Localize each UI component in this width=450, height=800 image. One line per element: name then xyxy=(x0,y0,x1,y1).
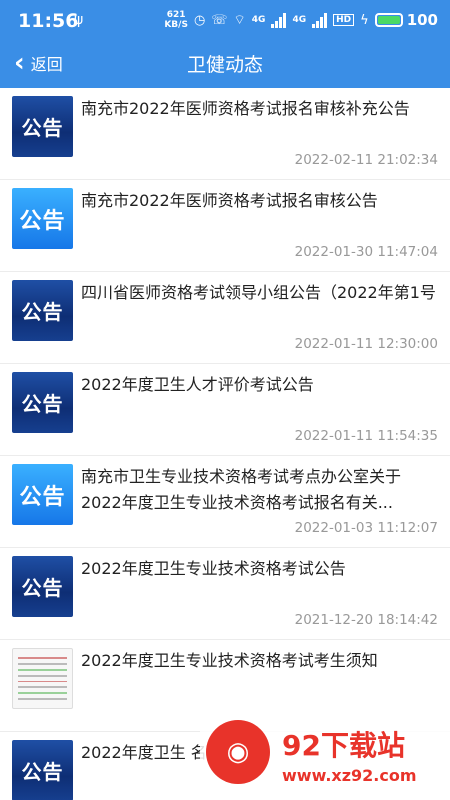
announcement-thumbnail: 公告 xyxy=(12,556,73,617)
thumbnail-text: 公告 xyxy=(19,483,66,510)
item-date: 2021-12-20 18:14:42 xyxy=(294,612,438,628)
document-line xyxy=(18,698,67,700)
item-date: 2022-01-11 11:54:35 xyxy=(294,428,438,444)
document-line xyxy=(18,692,67,695)
item-title: 南充市2022年医师资格考试报名审核公告 xyxy=(81,191,378,210)
announcement-thumbnail: 公告 xyxy=(12,740,73,800)
signal-icon-1 xyxy=(271,12,287,28)
battery-indicator: 100 xyxy=(374,11,438,29)
news-list[interactable]: 公告 南充市2022年医师资格考试报名审核补充公告 2022-02-11 21:02… xyxy=(0,88,450,800)
document-line xyxy=(18,668,67,671)
charging-icon: ϟ xyxy=(360,12,369,28)
item-date: 2022-01-11 12:30:00 xyxy=(294,336,438,352)
document-line xyxy=(18,662,67,665)
hd-badge: HD xyxy=(333,14,355,26)
announcement-thumbnail: 公告 xyxy=(12,96,73,157)
item-date: 2022-01-03 11:12:07 xyxy=(294,520,438,536)
thumbnail-text: 公告 xyxy=(21,116,64,140)
document-line xyxy=(18,680,67,683)
document-line xyxy=(18,657,67,659)
list-item[interactable]: 公告 2022年度卫生专业技术资格考试公告 2021-12-20 18:14:42 xyxy=(0,548,450,640)
announcement-thumbnail: 公告 xyxy=(12,464,73,525)
item-title: 四川省医师资格考试领导小组公告（2022年第1号 xyxy=(81,283,436,302)
item-title: 南充市2022年医师资格考试报名审核补充公告 xyxy=(81,99,410,118)
network-label-1: 4G xyxy=(251,15,266,25)
announcement-thumbnail: 公告 xyxy=(12,372,73,433)
network-label-2: 4G xyxy=(292,15,307,25)
watermark-name: 92下载站 xyxy=(282,729,405,762)
document-line xyxy=(18,674,67,677)
thumbnail-text: 公告 xyxy=(21,760,64,784)
item-title: 2022年度卫生人才评价考试公告 xyxy=(81,375,314,394)
battery-fill xyxy=(377,16,400,24)
status-time: 11:56 xyxy=(18,10,79,32)
announcement-thumbnail: 公告 xyxy=(12,188,73,249)
battery-icon xyxy=(374,13,403,27)
thumbnail-text: 公告 xyxy=(21,300,64,324)
signal-icon-2 xyxy=(312,12,328,28)
item-title: 南充市卫生专业技术资格考试考点办公室关于2022年度卫生专业技术资格考试报名有关… xyxy=(81,467,402,512)
item-date: 2022-01-30 11:47:04 xyxy=(294,244,438,260)
item-title: 2022年度卫生专业技术资格考试公告 xyxy=(81,559,346,578)
list-item[interactable]: 公告 2022年度卫生人才评价考试公告 2022-01-11 11:54:35 xyxy=(0,364,450,456)
document-line xyxy=(18,686,67,689)
list-item[interactable]: 公告 南充市2022年医师资格考试报名审核补充公告 2022-02-11 21:02… xyxy=(0,88,450,180)
usb-icon: ψ xyxy=(74,12,84,28)
thumbnail-text: 公告 xyxy=(19,207,66,234)
item-date: 2022-02-11 21:02:34 xyxy=(294,152,438,168)
watermark: ◉ 92下载站 www.xz92.com xyxy=(200,712,450,800)
call-icon: ☏ xyxy=(211,12,228,28)
page-title: 卫健动态 xyxy=(186,54,263,76)
watermark-url: www.xz92.com xyxy=(282,766,417,785)
thumbnail-text: 公告 xyxy=(21,576,64,600)
list-item[interactable]: 公告 南充市卫生专业技术资格考试考点办公室关于2022年度卫生专业技术资格考试报名… xyxy=(0,456,450,548)
wifi-icon: ⌔ xyxy=(233,13,246,28)
document-thumbnail xyxy=(12,648,73,709)
net-speed: 621 KB/S xyxy=(164,10,188,30)
battery-level: 100 xyxy=(406,11,438,29)
top-bar: 11:56 ψ 621 KB/S ◷ ☏ ⌔ 4G 4G HD ϟ 100 ‹ … xyxy=(0,0,450,88)
alarm-icon: ◷ xyxy=(193,12,206,28)
watermark-logo-icon: ◉ xyxy=(206,720,270,784)
status-icons: 621 KB/S ◷ ☏ ⌔ 4G 4G HD ϟ 100 xyxy=(164,10,438,30)
list-item[interactable]: 公告 南充市2022年医师资格考试报名审核公告 2022-01-30 11:47:0… xyxy=(0,180,450,272)
nav-bar: ‹ 返回 卫健动态 xyxy=(0,42,450,88)
thumbnail-text: 公告 xyxy=(21,392,64,416)
net-speed-unit: KB/S xyxy=(164,20,188,30)
net-speed-value: 621 xyxy=(166,10,186,20)
item-title: 2022年度卫生专业技术资格考试考生须知 xyxy=(81,651,378,670)
list-item[interactable]: 公告 四川省医师资格考试领导小组公告（2022年第1号 2022-01-11 12:… xyxy=(0,272,450,364)
announcement-thumbnail: 公告 xyxy=(12,280,73,341)
status-bar: 11:56 ψ 621 KB/S ◷ ☏ ⌔ 4G 4G HD ϟ 100 xyxy=(0,0,450,42)
